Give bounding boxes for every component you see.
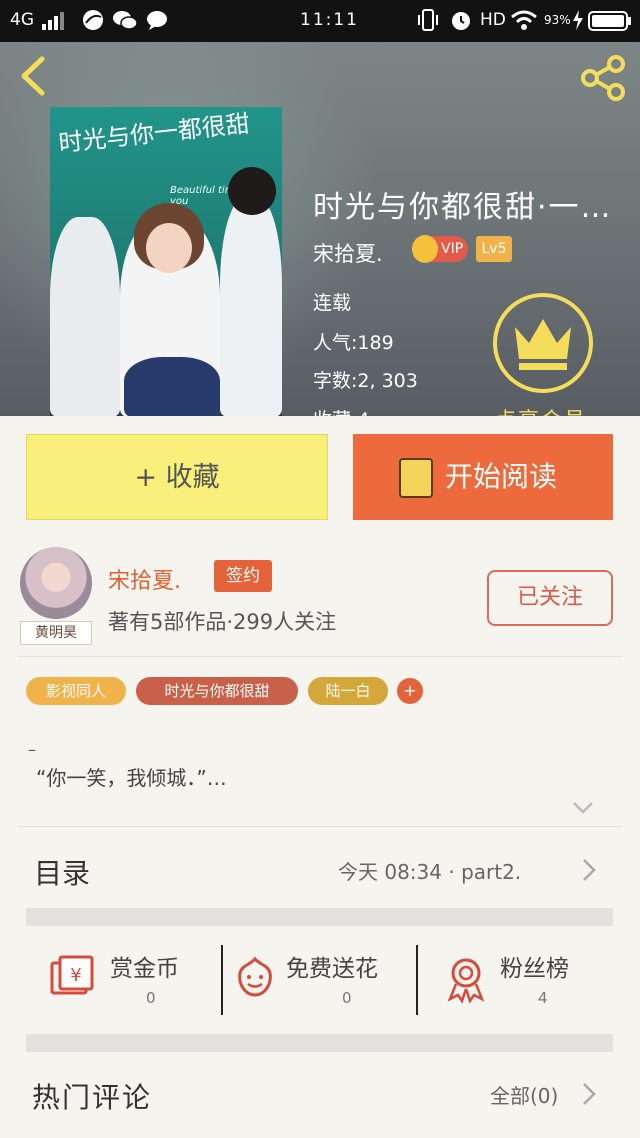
- fan-ranking-label: 粉丝榜: [500, 956, 569, 982]
- battery-icon: [588, 11, 632, 36]
- avatar-tag: 黄明昊: [20, 621, 92, 645]
- network-label: 4G: [10, 10, 34, 30]
- divider: [18, 826, 622, 827]
- free-flowers-value: 0: [342, 989, 352, 1007]
- crown-icon: [515, 319, 571, 370]
- hd-label: HD: [480, 10, 506, 30]
- vip-crown-icon: [412, 235, 438, 263]
- back-arrow-icon: [21, 56, 45, 96]
- cover-face: [146, 223, 192, 273]
- chevron-down-icon: [573, 802, 593, 814]
- stats-divider: [221, 945, 223, 1015]
- author-name[interactable]: 宋拾夏.: [108, 563, 181, 595]
- share-icon: [581, 55, 625, 101]
- section-separator: [26, 1034, 613, 1052]
- member-button[interactable]: [493, 293, 593, 393]
- expand-button[interactable]: [572, 800, 594, 816]
- collect-button[interactable]: + 收藏: [26, 434, 328, 520]
- book-title: 时光与你都很甜·一…: [313, 190, 613, 225]
- toc-title[interactable]: 目录: [34, 852, 90, 892]
- book-status: 连载: [313, 292, 352, 314]
- synopsis-dash: –: [28, 740, 36, 759]
- book-popularity: 人气:189: [313, 332, 394, 354]
- free-flowers-label: 免费送花: [286, 956, 378, 982]
- message-icon: [146, 10, 168, 35]
- reward-coins-value: 0: [146, 989, 156, 1007]
- signal-icon: [42, 12, 64, 35]
- level-badge: Lv5: [476, 236, 512, 262]
- alarm-icon: [449, 8, 473, 37]
- wechat-icon: [112, 10, 138, 35]
- clock: 11:11: [300, 10, 359, 30]
- vip-badge: VIP: [412, 235, 468, 263]
- book-header: 时光与你一都很甜 Beautiful time with you 时光与你都很甜…: [0, 42, 640, 416]
- tag-2[interactable]: 时光与你都很甜: [136, 677, 298, 705]
- book-author[interactable]: 宋拾夏.: [313, 238, 383, 268]
- stats-divider: [416, 945, 418, 1015]
- wifi-icon: [510, 9, 538, 36]
- tag-1[interactable]: 影视同人: [26, 677, 126, 705]
- book-cover[interactable]: 时光与你一都很甜 Beautiful time with you: [50, 107, 282, 416]
- status-bar: 4G 11:11 HD 93%: [0, 0, 640, 42]
- start-reading-button[interactable]: 开始阅读: [353, 434, 613, 520]
- vip-label: VIP: [441, 241, 464, 257]
- browser-icon: [82, 9, 104, 36]
- reward-coins[interactable]: ¥ 赏金币 0: [48, 945, 218, 1020]
- synopsis-text: “你一笑，我倾城．”…: [36, 766, 227, 790]
- vibrate-icon: [416, 9, 440, 36]
- cover-skirt: [124, 357, 220, 416]
- fan-ranking-value: 4: [538, 989, 548, 1007]
- battery-percent: 93%: [544, 13, 571, 27]
- comments-chevron-right-icon[interactable]: [582, 1082, 596, 1106]
- cover-figure-left: [50, 217, 120, 416]
- toc-chevron-right-icon[interactable]: [582, 858, 596, 882]
- add-tag-button[interactable]: +: [397, 678, 423, 704]
- book-word-count: 字数:2, 303: [313, 370, 418, 392]
- author-stats: 著有5部作品·299人关注: [108, 610, 337, 634]
- divider: [18, 656, 622, 657]
- medal-icon: [447, 958, 485, 1003]
- fan-ranking[interactable]: 粉丝榜 4: [444, 945, 614, 1020]
- flower-icon: [238, 956, 272, 997]
- start-reading-label: 开始阅读: [445, 460, 558, 493]
- book-favorites: 收藏:4: [313, 405, 370, 416]
- cover-figure-right: [220, 197, 282, 416]
- toc-latest-chapter[interactable]: 今天 08:34 · part2.: [338, 856, 521, 885]
- tag-3[interactable]: 陆一白: [308, 677, 388, 705]
- book-icon: [399, 458, 433, 498]
- signed-badge: 签约: [214, 560, 272, 592]
- cover-hair-right: [228, 167, 276, 215]
- author-avatar[interactable]: [20, 547, 92, 619]
- free-flowers[interactable]: 免费送花 0: [234, 945, 414, 1020]
- reward-coins-label: 赏金币: [110, 956, 179, 982]
- hot-comments-title: 热门评论: [32, 1081, 153, 1114]
- cover-title: 时光与你一都很甜: [57, 109, 252, 158]
- share-button[interactable]: [580, 54, 628, 102]
- follow-button[interactable]: 已关注: [487, 570, 613, 626]
- section-separator: [26, 908, 613, 926]
- all-comments-link[interactable]: 全部(0): [490, 1080, 558, 1109]
- svg-text:¥: ¥: [70, 965, 81, 986]
- charging-icon: [572, 10, 584, 35]
- member-label: 点亮会员: [495, 404, 587, 416]
- back-button[interactable]: [16, 56, 50, 96]
- red-envelope-icon: ¥: [50, 955, 94, 995]
